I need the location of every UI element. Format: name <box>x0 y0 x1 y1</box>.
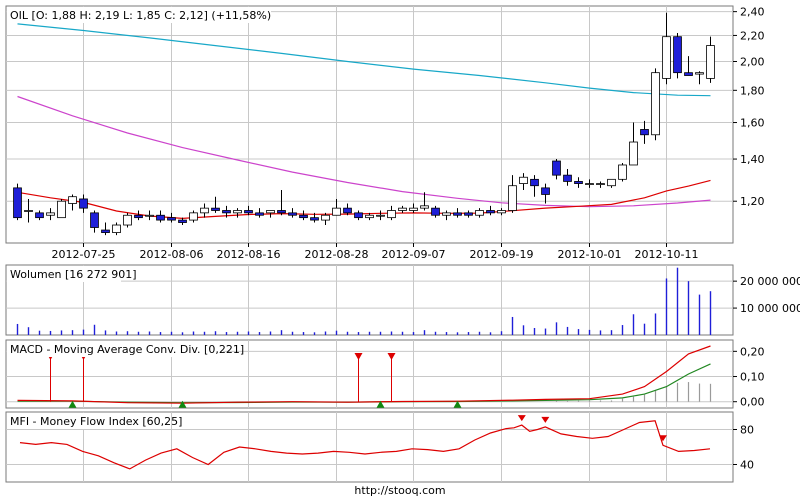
macd-y-axis-tick-label: 0,00 <box>740 396 765 409</box>
candle-body <box>101 229 110 233</box>
candle-body <box>596 183 605 185</box>
candle-body <box>13 187 22 219</box>
candle-body <box>541 187 550 195</box>
candle-body <box>310 217 319 221</box>
candle-body <box>145 214 154 217</box>
price-x-tick-label: 2012-08-28 <box>305 248 369 261</box>
price-y-axis-tick-label: 1,40 <box>740 153 765 166</box>
candle-body <box>398 207 407 211</box>
candle-body <box>508 185 517 211</box>
candle-body <box>486 210 495 214</box>
candle-body <box>255 212 264 216</box>
price-y-axis-tick-label: 1,20 <box>740 195 765 208</box>
candle-body <box>552 160 561 176</box>
candle-body <box>684 72 693 76</box>
candle-body <box>365 214 374 219</box>
candle-body <box>387 210 396 219</box>
candle-body <box>563 174 572 182</box>
macd-y-axis-tick-label: 0,20 <box>740 345 765 358</box>
mfi-panel: 80 40 MFI - Money Flow Index [60,25] <box>5 411 754 483</box>
macd-title: MACD - Moving Average Conv. Div. [0,221] <box>10 343 244 356</box>
mfi-y-axis-tick-label: 80 <box>740 424 754 437</box>
candle-body <box>266 210 275 214</box>
price-x-tick-label: 2012-09-19 <box>470 248 534 261</box>
candle-body <box>453 212 462 216</box>
candle-body <box>420 205 429 209</box>
candle-body <box>244 210 253 214</box>
price-panel: 2,40 2,20 2,00 1,80 1,60 1,40 1,20 2012-07-25 20… <box>5 5 765 261</box>
price-x-tick-label: 2012-08-16 <box>217 248 281 261</box>
price-x-tick-label: 2012-08-06 <box>140 248 204 261</box>
candle-body <box>321 214 330 221</box>
price-y-axis-tick-label: 2,00 <box>740 56 765 69</box>
chart-root: 2,40 2,20 2,00 1,80 1,60 1,40 1,20 2012-07-25 20… <box>0 0 800 500</box>
mfi-y-axis-tick-label: 40 <box>740 459 754 472</box>
mfi-title: MFI - Money Flow Index [60,25] <box>10 415 182 428</box>
candle-body <box>112 224 121 233</box>
candle-body <box>68 196 77 204</box>
candle-body <box>497 210 506 214</box>
candle-body <box>178 219 187 223</box>
footer-url[interactable]: http://stooq.com <box>354 484 445 497</box>
candle-body <box>442 212 451 216</box>
candle-body <box>343 207 352 214</box>
candle-body <box>574 181 583 184</box>
candle-body <box>519 176 528 184</box>
price-x-tick-label: 2012-10-01 <box>558 248 622 261</box>
candle-body <box>90 212 99 228</box>
candle-body <box>156 214 165 221</box>
candle-body <box>662 36 671 79</box>
price-x-tick-label: 2012-07-25 <box>52 248 116 261</box>
candle-body <box>673 36 682 74</box>
candle-body <box>288 212 297 216</box>
candle-body <box>530 178 539 187</box>
macd-y-axis-tick-label: 0,10 <box>740 371 765 384</box>
volume-y-axis-tick-label: 10 000 000 <box>740 302 800 315</box>
candle-body <box>651 72 660 136</box>
candle-body <box>46 212 55 216</box>
candle-body <box>409 207 418 211</box>
candle-body <box>24 210 33 212</box>
candle-body <box>167 217 176 221</box>
candle-body <box>640 129 649 136</box>
price-x-tick-label: 2012-09-07 <box>382 248 446 261</box>
price-x-tick-label: 2012-10-11 <box>635 248 699 261</box>
candle-body <box>57 200 66 219</box>
candle-body <box>189 212 198 221</box>
candle-body <box>35 212 44 219</box>
candle-body <box>695 72 704 75</box>
candle-body <box>706 45 715 79</box>
candle-body <box>134 214 143 219</box>
candle-body <box>211 207 220 211</box>
candle-body <box>123 214 132 226</box>
volume-panel: 20 000 000 10 000 000 Wolumen [16 272 901] <box>5 264 800 336</box>
chart-canvas: 2,40 2,20 2,00 1,80 1,60 1,40 1,20 2012-07-25 20… <box>5 5 800 497</box>
candle-body <box>607 178 616 187</box>
volume-y-axis-tick-label: 20 000 000 <box>740 275 800 288</box>
candle-body <box>629 141 638 166</box>
candle-body <box>200 207 209 214</box>
candle-body <box>475 210 484 216</box>
candle-body <box>376 214 385 217</box>
candle-body <box>222 210 231 214</box>
volume-title: Wolumen [16 272 901] <box>10 268 137 281</box>
price-y-axis-tick-label: 2,20 <box>740 29 765 42</box>
price-y-axis-tick-label: 1,80 <box>740 84 765 97</box>
candle-body <box>332 207 341 216</box>
price-y-axis-tick-label: 1,60 <box>740 117 765 130</box>
price-panel-frame <box>5 5 734 244</box>
candle-body <box>464 212 473 216</box>
price-y-axis-tick-label: 2,40 <box>740 6 765 19</box>
candle-body <box>233 210 242 214</box>
candle-body <box>585 183 594 185</box>
price-title: OIL [O: 1,88 H: 2,19 L: 1,85 C: 2,12] (+… <box>10 9 271 22</box>
macd-panel: 0,20 0,10 0,00 MACD - Moving Average Conv. … <box>5 339 765 409</box>
candle-body <box>277 210 286 214</box>
candle-body <box>618 164 627 180</box>
candle-body <box>299 214 308 219</box>
candle-body <box>354 212 363 219</box>
candle-body <box>431 207 440 216</box>
candle-body <box>79 198 88 209</box>
